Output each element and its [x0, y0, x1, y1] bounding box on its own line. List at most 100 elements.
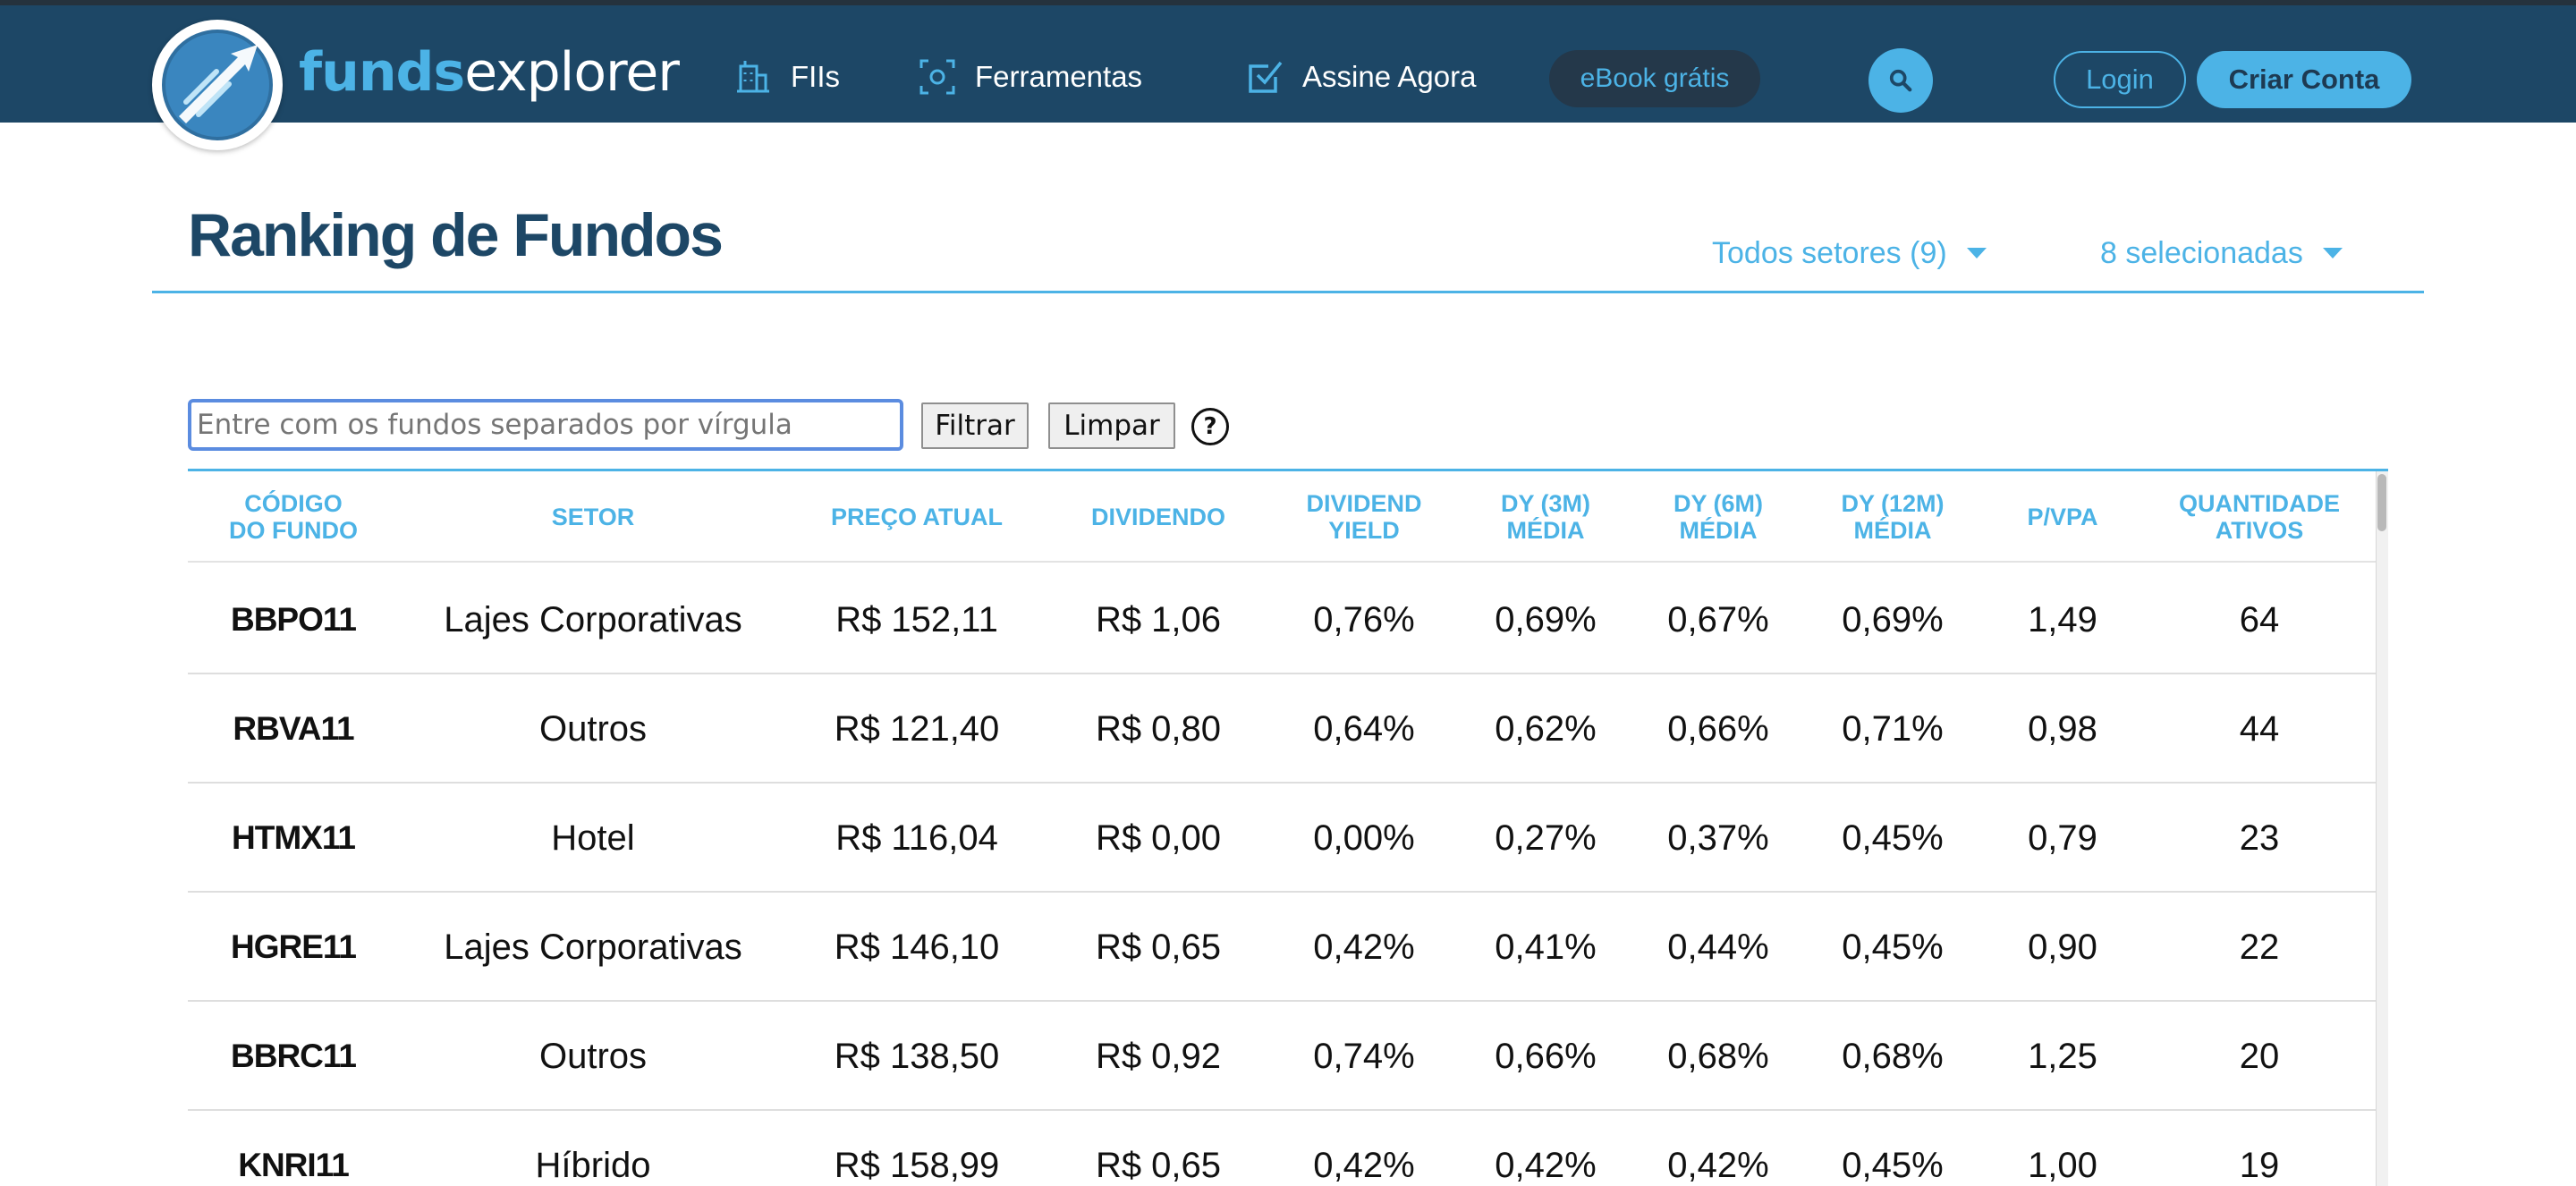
login-button[interactable]: Login	[2054, 51, 2186, 108]
column-header-line1: DY (6M)	[1673, 490, 1763, 517]
column-header-line2: Média	[1506, 517, 1585, 544]
column-header-text: Setor	[552, 504, 635, 530]
cell-dy-6m-avg: 0,44%	[1667, 927, 1769, 967]
table-row[interactable]: BBRC11 Outros R$ 138,50 R$ 0,92 0,74% 0,66% 0,…	[188, 1002, 2376, 1111]
table-header-row: Código do fundo Setor Preço Atual Dividendo D…	[188, 471, 2376, 563]
columns-filter-dropdown[interactable]: 8 selecionadas	[2100, 231, 2343, 275]
sector-filter-label: Todos setores (9)	[1712, 235, 1947, 270]
cell-dividend-yield: 0,64%	[1313, 708, 1415, 749]
cell-code[interactable]: KNRI11	[188, 1111, 399, 1186]
cell-dy-3m-avg: 0,41%	[1495, 927, 1597, 967]
cell-dy-6m-avg: 0,67%	[1667, 599, 1769, 640]
column-header-text: Quantidade Ativos	[2179, 490, 2340, 544]
column-header-current-price[interactable]: Preço Atual	[787, 471, 1046, 563]
cell-asset-count: 23	[2239, 817, 2280, 858]
search-button[interactable]	[1868, 48, 1933, 113]
table-row[interactable]: HTMX11 Hotel R$ 116,04 R$ 0,00 0,00% 0,27% 0,3…	[188, 784, 2376, 893]
brand-wordmark[interactable]: fundsexplorer	[299, 38, 680, 107]
title-divider	[152, 291, 2424, 293]
cell-sector: Lajes Corporativas	[444, 599, 742, 640]
cell-current-price: R$ 138,50	[834, 1036, 1000, 1076]
cell-dividend: R$ 0,65	[1095, 927, 1222, 967]
ebook-button[interactable]: eBook grátis	[1549, 50, 1760, 107]
column-header-p-vpa[interactable]: P/VPA	[1982, 471, 2143, 563]
column-header-dy-6m-avg[interactable]: DY (6M) Média	[1633, 471, 1803, 563]
cell-dy-6m-avg: 0,66%	[1667, 708, 1769, 749]
search-icon	[1889, 69, 1912, 92]
cell-current-price: R$ 152,11	[835, 599, 998, 640]
column-header-line2: Ativos	[2215, 517, 2304, 544]
column-header-dy-12m-avg[interactable]: DY (12M) Média	[1803, 471, 1982, 563]
cell-code[interactable]: RBVA11	[188, 674, 399, 784]
column-header-line1: Setor	[551, 504, 635, 530]
cell-dividend-yield: 0,00%	[1313, 817, 1415, 858]
column-header-text: P/VPA	[2027, 504, 2097, 530]
column-header-asset-count[interactable]: Quantidade Ativos	[2143, 471, 2376, 563]
filter-button[interactable]: Filtrar	[921, 402, 1029, 449]
column-header-dividend-yield[interactable]: Dividend Yield	[1270, 471, 1458, 563]
cell-dy-6m-avg: 0,42%	[1667, 1145, 1769, 1185]
cell-code[interactable]: HTMX11	[188, 784, 399, 893]
caret-down-icon	[1966, 248, 1987, 258]
building-icon	[733, 57, 773, 97]
page-title: Ranking de Fundos	[188, 201, 724, 269]
logo-badge[interactable]	[152, 20, 283, 150]
cell-dividend: R$ 1,06	[1095, 599, 1222, 640]
column-header-line2: do fundo	[229, 517, 358, 544]
cell-dy-3m-avg: 0,62%	[1495, 708, 1597, 749]
cell-code[interactable]: HGRE11	[188, 893, 399, 1002]
column-header-dividend[interactable]: Dividendo	[1046, 471, 1270, 563]
nav-ferramentas-label: Ferramentas	[975, 60, 1143, 93]
cell-dy-12m-avg: 0,71%	[1842, 708, 1944, 749]
table-scrollbar-thumb[interactable]	[2377, 474, 2386, 531]
cell-dy-6m-avg: 0,68%	[1667, 1036, 1769, 1076]
cell-sector: Hotel	[551, 817, 635, 858]
cell-dy-3m-avg: 0,69%	[1495, 599, 1597, 640]
column-header-text: Dividend Yield	[1306, 490, 1421, 544]
cell-asset-count: 22	[2239, 927, 2280, 967]
table-row[interactable]: RBVA11 Outros R$ 121,40 R$ 0,80 0,64% 0,62% 0,…	[188, 674, 2376, 784]
nav-assine-agora[interactable]: Assine Agora	[1245, 50, 1476, 104]
cell-code[interactable]: BBRC11	[188, 1002, 399, 1111]
table-body: BBPO11 Lajes Corporativas R$ 152,11 R$ 1,06…	[188, 565, 2376, 1186]
checkbox-icon	[1245, 57, 1284, 97]
cell-p-vpa: 1,49	[2028, 599, 2097, 640]
cell-sector: Lajes Corporativas	[444, 927, 742, 967]
clear-button[interactable]: Limpar	[1048, 402, 1175, 449]
sector-filter-dropdown[interactable]: Todos setores (9)	[1712, 231, 1987, 275]
cell-dividend-yield: 0,74%	[1313, 1036, 1415, 1076]
nav-fiis[interactable]: FIIs	[733, 50, 840, 104]
columns-filter-label: 8 selecionadas	[2100, 235, 2303, 270]
column-header-line1: Quantidade	[2179, 490, 2340, 517]
brand-wordmark-bold: funds	[299, 41, 465, 104]
ranking-table: Código do fundo Setor Preço Atual Dividendo D…	[188, 469, 2388, 1186]
help-icon[interactable]: ?	[1191, 408, 1229, 445]
column-header-text: Dividendo	[1091, 504, 1225, 530]
signup-button[interactable]: Criar Conta	[2197, 51, 2411, 108]
table-scrollbar[interactable]	[2376, 471, 2388, 1186]
nav-ferramentas[interactable]: Ferramentas	[918, 50, 1142, 104]
column-header-text: DY (3M) Média	[1501, 490, 1590, 544]
column-header-line1: Dividendo	[1090, 504, 1226, 530]
column-header-line1: DY (12M)	[1841, 490, 1945, 517]
column-header-dy-3m-avg[interactable]: DY (3M) Média	[1458, 471, 1633, 563]
table-row[interactable]: BBPO11 Lajes Corporativas R$ 152,11 R$ 1,06…	[188, 565, 2376, 674]
cell-current-price: R$ 121,40	[834, 708, 1000, 749]
cell-code[interactable]: BBPO11	[188, 565, 399, 674]
cell-p-vpa: 1,00	[2028, 1145, 2097, 1185]
cell-sector: Outros	[538, 1036, 648, 1076]
cell-current-price: R$ 116,04	[835, 817, 998, 858]
column-header-sector[interactable]: Setor	[399, 471, 787, 563]
column-header-text: DY (6M) Média	[1674, 490, 1763, 544]
cell-dividend-yield: 0,76%	[1313, 599, 1415, 640]
column-header-line2: Yield	[1328, 517, 1400, 544]
column-header-text: Código do fundo	[229, 490, 358, 544]
column-header-line1: P/VPA	[2027, 504, 2098, 530]
cell-dividend-yield: 0,42%	[1313, 927, 1415, 967]
fund-codes-input[interactable]	[188, 399, 903, 451]
table-row[interactable]: HGRE11 Lajes Corporativas R$ 146,10 R$ 0,65…	[188, 893, 2376, 1002]
cell-dy-3m-avg: 0,27%	[1495, 817, 1597, 858]
column-header-code[interactable]: Código do fundo	[188, 471, 399, 563]
table-row[interactable]: KNRI11 Híbrido R$ 158,99 R$ 0,65 0,42% 0,42% 0…	[188, 1111, 2376, 1186]
cell-dividend: R$ 0,65	[1095, 1145, 1222, 1185]
